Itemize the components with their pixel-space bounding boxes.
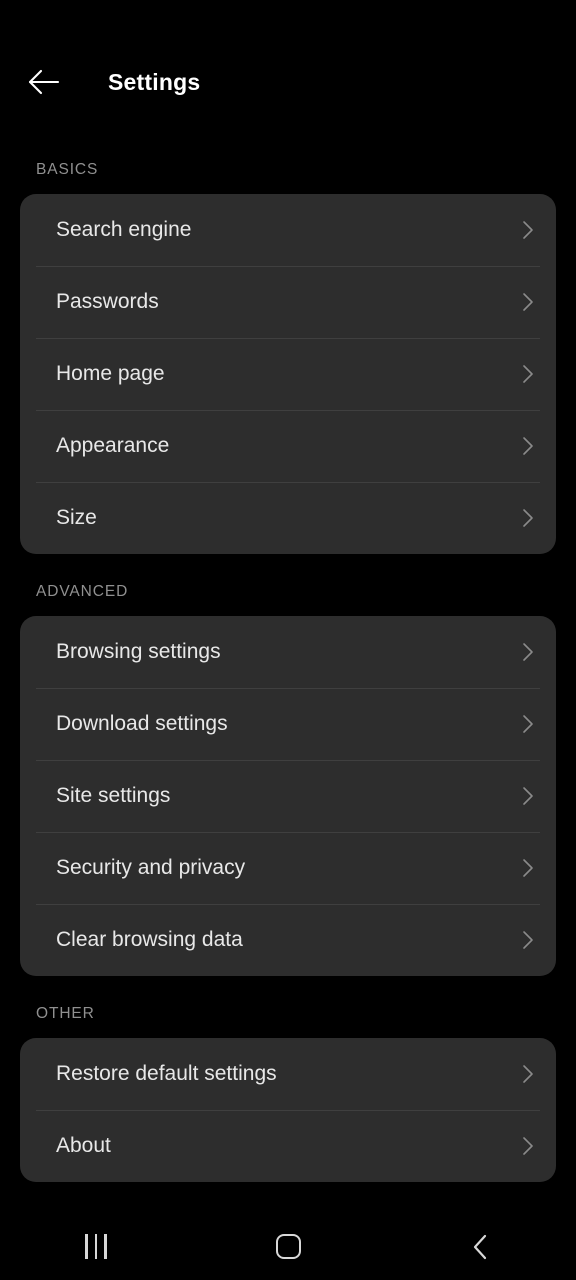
list-item-size[interactable]: Size xyxy=(20,482,556,554)
chevron-right-icon xyxy=(516,434,540,458)
chevron-right-icon xyxy=(516,712,540,736)
chevron-right-icon xyxy=(516,640,540,664)
list-item-label: Search engine xyxy=(56,218,192,241)
chevron-right-icon xyxy=(516,928,540,952)
settings-card-advanced: Browsing settings Download settings Site… xyxy=(20,616,556,976)
list-item-search-engine[interactable]: Search engine xyxy=(20,194,556,266)
chevron-right-icon xyxy=(516,856,540,880)
list-item-restore-default-settings[interactable]: Restore default settings xyxy=(20,1038,556,1110)
chevron-right-icon xyxy=(516,290,540,314)
list-item-label: About xyxy=(56,1134,111,1157)
home-button[interactable] xyxy=(192,1213,384,1280)
recents-button[interactable] xyxy=(0,1213,192,1280)
settings-list[interactable]: BASICS Search engine Passwords Home page xyxy=(0,140,576,1213)
list-item-clear-browsing-data[interactable]: Clear browsing data xyxy=(20,904,556,976)
chevron-right-icon xyxy=(516,1134,540,1158)
section-header-advanced: ADVANCED xyxy=(36,583,129,600)
section-header-other: OTHER xyxy=(36,1005,95,1022)
chevron-right-icon xyxy=(516,362,540,386)
back-button[interactable] xyxy=(18,58,70,106)
chevron-right-icon xyxy=(516,784,540,808)
list-item-site-settings[interactable]: Site settings xyxy=(20,760,556,832)
list-item-download-settings[interactable]: Download settings xyxy=(20,688,556,760)
recents-icon xyxy=(85,1234,107,1259)
app-bar: Settings xyxy=(0,0,576,140)
list-item-home-page[interactable]: Home page xyxy=(20,338,556,410)
list-item-browsing-settings[interactable]: Browsing settings xyxy=(20,616,556,688)
list-item-about[interactable]: About xyxy=(20,1110,556,1182)
list-item-appearance[interactable]: Appearance xyxy=(20,410,556,482)
list-item-label: Size xyxy=(56,506,97,529)
list-item-label: Site settings xyxy=(56,784,171,807)
list-item-label: Download settings xyxy=(56,712,228,735)
list-item-label: Restore default settings xyxy=(56,1062,277,1085)
chevron-right-icon xyxy=(516,1062,540,1086)
list-item-label: Browsing settings xyxy=(56,640,221,663)
chevron-right-icon xyxy=(516,218,540,242)
settings-card-other: Restore default settings About xyxy=(20,1038,556,1182)
system-navigation-bar xyxy=(0,1213,576,1280)
section-header-basics: BASICS xyxy=(36,161,99,178)
list-item-label: Clear browsing data xyxy=(56,928,243,951)
list-item-security-and-privacy[interactable]: Security and privacy xyxy=(20,832,556,904)
list-item-passwords[interactable]: Passwords xyxy=(20,266,556,338)
settings-card-basics: Search engine Passwords Home page Appear… xyxy=(20,194,556,554)
list-item-label: Passwords xyxy=(56,290,159,313)
arrow-left-icon xyxy=(28,69,60,95)
list-item-label: Home page xyxy=(56,362,165,385)
list-item-label: Appearance xyxy=(56,434,170,457)
system-back-button[interactable] xyxy=(384,1213,576,1280)
page-title: Settings xyxy=(108,69,201,95)
home-icon xyxy=(275,1234,301,1259)
chevron-right-icon xyxy=(516,506,540,530)
list-item-label: Security and privacy xyxy=(56,856,246,879)
back-chevron-icon xyxy=(472,1234,488,1260)
